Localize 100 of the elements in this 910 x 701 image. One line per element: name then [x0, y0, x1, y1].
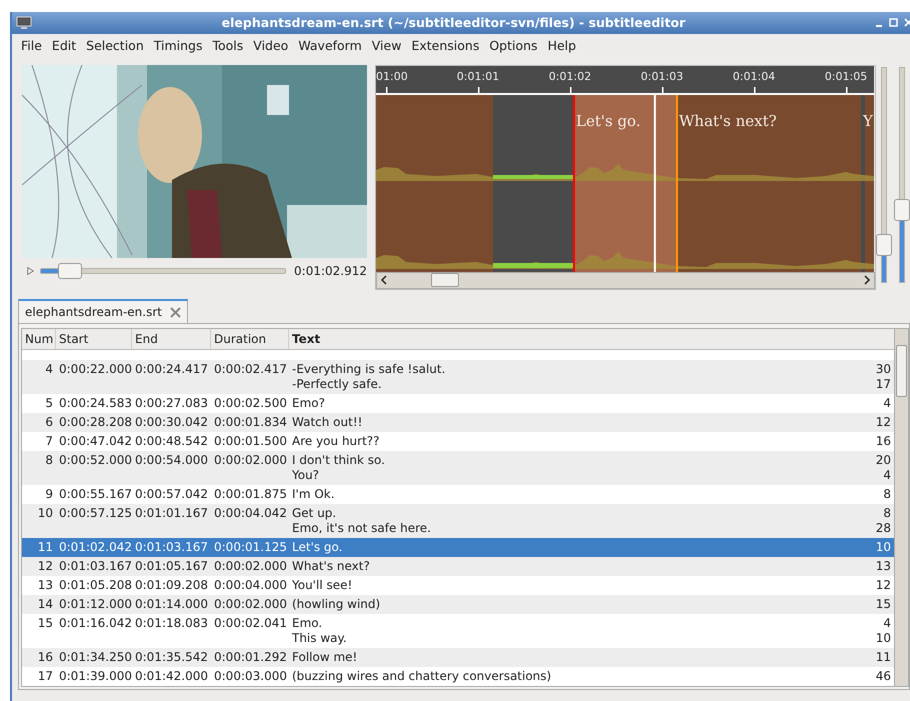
menu-item[interactable]: Extensions — [406, 38, 484, 53]
monitor-icon — [16, 16, 32, 30]
table-cell-text: 46 — [874, 669, 892, 684]
table-cell-text: 0:01:05.167 — [134, 559, 209, 574]
table-cell-text: I don't think so. You? — [291, 453, 386, 484]
document-tab[interactable]: elephantsdream-en.srt — [18, 299, 188, 324]
ruler-label: 0:01:03 — [640, 70, 684, 83]
table-cell-text: 0:00:22.000 — [58, 362, 132, 378]
zoom-slider[interactable] — [894, 66, 910, 283]
table-cell-text: 8 28 — [874, 506, 892, 536]
column-header[interactable]: Text — [289, 329, 894, 350]
table-cell-text: 0:01:16.042 — [58, 616, 132, 632]
column-header[interactable]: Start — [56, 329, 132, 350]
menu-item[interactable]: Selection — [81, 38, 149, 53]
table-cell-text: 13 — [36, 578, 54, 594]
subtitle-label: Y — [862, 112, 873, 130]
table-cell-text: 0:00:52.000 — [58, 453, 132, 470]
column-header[interactable]: End — [132, 329, 211, 350]
zoom-slider[interactable] — [876, 66, 892, 283]
column-header[interactable]: Duration — [211, 329, 289, 350]
table-cell-text: 0:00:28.208 — [58, 415, 132, 430]
table-cell-text: 0:01:02.042 — [58, 540, 132, 556]
ruler-label: 0:01:01 — [456, 70, 500, 83]
table-cell-text: 0:00:24.583 — [58, 396, 132, 412]
table-cell-text: 0:00:02.500 — [213, 396, 288, 412]
table-cell-text: 0:00:47.042 — [58, 434, 132, 450]
window-title: elephantsdream-en.srt (~/subtitleeditor-svn/files) - subtitleeditor — [220, 15, 686, 30]
subtitle-label: What's next? — [678, 112, 777, 130]
playback-time: 0:01:02.912 — [294, 264, 367, 278]
table-cell-text: 10 — [874, 540, 892, 556]
ruler-label: 0:01:05 — [824, 70, 868, 83]
table-cell-text: 0:00:01.834 — [213, 415, 288, 430]
table-cell-text: 5 — [44, 396, 54, 412]
table-cell-text: 0:00:55.167 — [58, 487, 132, 502]
table-cell-text: 0:00:54.000 — [134, 453, 209, 470]
table-cell-text: 0:01:01.167 — [134, 506, 209, 522]
vertical-scrollbar[interactable] — [894, 328, 909, 688]
table-cell-text: Emo? — [291, 396, 326, 412]
menu-item[interactable]: Options — [484, 38, 543, 53]
table-cell-text: 14 — [36, 597, 54, 612]
table-cell-text: I'm Ok. — [291, 487, 336, 502]
table-cell-text: 16 — [874, 434, 892, 450]
table-cell-text: 0:00:27.083 — [134, 396, 209, 412]
table-cell-text: 15 — [36, 616, 54, 632]
ruler-label: 01:00 — [376, 70, 408, 83]
subtitle-label: Let's go. — [576, 112, 641, 130]
table-cell-text: 0:00:48.542 — [134, 434, 209, 450]
seek-slider[interactable] — [40, 262, 286, 279]
table-cell-text: 7 — [44, 434, 54, 450]
table-cell-text: 0:01:42.000 — [134, 669, 209, 684]
menu-item[interactable]: Help — [542, 38, 582, 53]
table-cell-text: 0:01:14.000 — [134, 597, 209, 612]
menu-item[interactable]: File — [16, 38, 47, 53]
table-cell-text: 0:01:03.167 — [134, 540, 209, 556]
table-cell-text: 30 17 — [874, 362, 892, 392]
table-cell-text: 8 — [882, 487, 892, 502]
scroll-thumb[interactable] — [430, 273, 459, 288]
table-cell-text: 0:00:02.000 — [213, 453, 288, 470]
table-cell-text: 0:00:57.042 — [134, 487, 209, 502]
column-header[interactable]: Num — [22, 329, 56, 350]
table-cell-text: 11 — [874, 650, 892, 666]
play-icon[interactable] — [27, 264, 34, 277]
table-cell-text: 0:00:30.042 — [134, 415, 209, 430]
table-cell-text: 13 — [874, 559, 892, 574]
table-cell-text: 0:00:02.000 — [213, 559, 288, 574]
horizontal-scrollbar[interactable] — [376, 272, 875, 289]
close-icon[interactable] — [170, 306, 181, 318]
start-marker[interactable] — [572, 94, 575, 272]
table-cell-text: 0:01:39.000 — [58, 669, 132, 684]
table-cell-text: What's next? — [291, 559, 371, 574]
menu-item[interactable]: Edit — [46, 38, 82, 53]
table-cell-text: 0:01:12.000 — [58, 597, 132, 612]
table-cell-text: 16 — [36, 650, 54, 666]
table-cell-text: 0:00:02.000 — [213, 597, 288, 612]
table-cell-text: 20 4 — [874, 453, 892, 484]
menu-item[interactable]: Tools — [208, 38, 248, 53]
table-cell-text: 6 — [44, 415, 54, 430]
table-cell-text: 10 — [36, 506, 54, 522]
menu-item[interactable]: Waveform — [293, 38, 367, 53]
table-cell-text: (howling wind) — [291, 597, 382, 612]
table-cell-text: Get up. Emo, it's not safe here. — [291, 506, 432, 536]
menu-item[interactable]: View — [366, 38, 406, 53]
table-cell-text: 0:00:02.041 — [213, 616, 288, 632]
menu-item[interactable]: Timings — [148, 38, 208, 53]
table-cell-text: Follow me! — [291, 650, 358, 666]
table-cell-text: You'll see! — [291, 578, 354, 594]
menu-item[interactable]: Video — [248, 38, 294, 53]
table-cell-text: 12 — [874, 578, 892, 594]
table-cell-text: 8 — [44, 453, 54, 470]
table-cell-text: 12 — [874, 415, 892, 430]
table-cell-text: Watch out!! — [291, 415, 364, 430]
table-cell-text: 9 — [44, 487, 54, 502]
table-cell-text: 15 — [874, 597, 892, 612]
table-cell-text: 0:01:34.250 — [58, 650, 132, 666]
maximize-icon[interactable] — [889, 18, 898, 28]
end-marker[interactable] — [676, 94, 678, 272]
table-cell-text: (buzzing wires and chattery conversations) — [291, 669, 552, 684]
table-cell-text: 12 — [36, 559, 54, 574]
table-cell-text: 0:00:01.292 — [213, 650, 288, 666]
table-cell-text: 0:00:01.125 — [213, 540, 288, 556]
